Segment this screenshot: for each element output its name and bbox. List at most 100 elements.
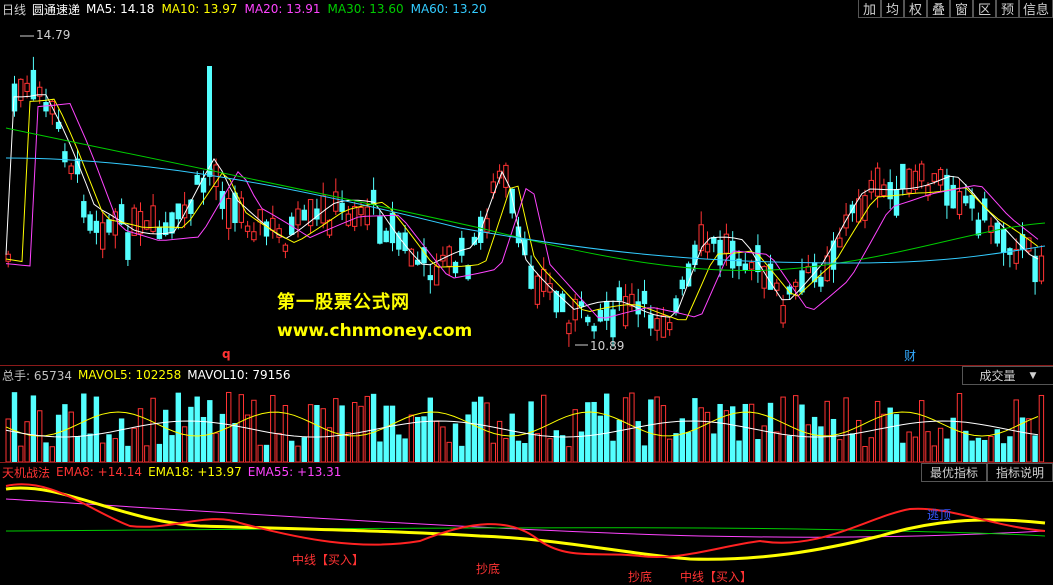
volume-bar (660, 405, 667, 462)
toolbar-button[interactable]: 加 (857, 0, 881, 18)
volume-bar (950, 417, 956, 462)
candle-body (528, 265, 534, 289)
volume-bar (43, 442, 49, 462)
volume-chart[interactable] (0, 384, 1053, 462)
candle-body (251, 231, 257, 241)
volume-bar (446, 441, 452, 462)
volume-bar (559, 435, 566, 462)
volume-bar (62, 404, 68, 462)
candle-body (106, 219, 112, 233)
volume-bar (163, 409, 169, 462)
volume-bar (522, 443, 528, 462)
volume-bar (74, 436, 81, 462)
candle-body (906, 168, 912, 194)
volume-bar (490, 442, 497, 462)
volume-bar (1032, 435, 1038, 462)
ma10-line (5, 98, 1039, 321)
candle-body (585, 316, 591, 323)
volume-bar (49, 446, 55, 462)
toolbar-button[interactable]: 窗 (949, 0, 973, 18)
volume-bar (648, 399, 654, 462)
candle-body (5, 253, 11, 262)
marker-finance[interactable]: 财 (904, 347, 916, 364)
volume-bar (484, 402, 490, 462)
volume-bar (263, 444, 270, 462)
volume-bar (131, 427, 137, 462)
candle-body (862, 195, 868, 221)
volume-bar (786, 435, 793, 462)
volume-bar (937, 427, 944, 462)
candle-body (320, 195, 326, 224)
volume-bar (566, 446, 572, 462)
volume-bar (106, 434, 112, 462)
volume-bar (906, 431, 912, 462)
candle-body (566, 322, 572, 335)
volume-bar (295, 445, 301, 462)
price-chart[interactable] (0, 18, 1053, 366)
volume-bar (471, 401, 478, 462)
volume-bar (679, 418, 685, 462)
volume-bar (402, 438, 408, 462)
candle-body (748, 262, 755, 270)
toolbar-button[interactable]: 区 (972, 0, 996, 18)
candle-body (818, 276, 824, 287)
candle-body (591, 325, 597, 332)
high-price-label: 14.79 (36, 28, 71, 42)
indicator-ema8: EMA8: +14.14 (56, 465, 143, 479)
candle-body (919, 163, 925, 182)
candle-body (1038, 255, 1045, 282)
volume-bar (396, 434, 402, 462)
volume-bar (774, 431, 780, 462)
volume-bar (345, 432, 352, 462)
candle-body (156, 226, 163, 239)
candle-body (333, 191, 339, 212)
volume-bar (87, 433, 93, 462)
candle-body (226, 198, 232, 229)
volume-bar (673, 433, 679, 462)
indicator-ema55: EMA55: +13.31 (247, 465, 342, 479)
volume-bar (118, 418, 125, 462)
volume-bar (717, 403, 723, 462)
indicator-chart[interactable] (0, 481, 1053, 583)
volume-bar (616, 419, 622, 462)
watermark-url: www.chnmoney.com (277, 321, 473, 341)
volume-bar (610, 440, 616, 462)
volume-bar (55, 414, 62, 462)
volume-bar (830, 418, 837, 462)
volume-bar (944, 438, 950, 462)
candle-body (137, 211, 144, 235)
volume-mavol10: MAVOL10: 79156 (187, 368, 291, 382)
toolbar-button[interactable]: 预 (995, 0, 1019, 18)
toolbar-button[interactable]: 叠 (926, 0, 950, 18)
volume-bar (755, 439, 761, 462)
toolbar-button[interactable]: 信息 (1018, 0, 1053, 18)
toolbar-button[interactable]: 权 (903, 0, 927, 18)
annotation-bottom-1: 抄底 (476, 562, 501, 576)
volume-bar (257, 444, 263, 462)
candle-body (830, 240, 837, 270)
volume-bar (982, 439, 988, 462)
volume-bar (874, 400, 881, 462)
indicator-help-button[interactable]: 指标说明 (986, 463, 1053, 482)
candle-body (969, 194, 975, 209)
volume-bar (698, 407, 704, 462)
candle-body (931, 173, 937, 182)
volume-bar (144, 445, 150, 462)
best-indicator-button[interactable]: 最优指标 (920, 463, 987, 482)
volume-bar (1026, 418, 1032, 462)
volume-bar (1019, 417, 1026, 462)
volume-indicator-select[interactable]: 成交量 ▼ (962, 366, 1053, 385)
candle-body (1000, 228, 1007, 253)
candle-body (793, 281, 799, 287)
candle-body (345, 213, 352, 226)
volume-total: 总手: 65734 (2, 368, 73, 383)
toolbar-button[interactable]: 均 (880, 0, 904, 18)
volume-bar (11, 392, 18, 462)
candle-body (622, 296, 629, 327)
candle-body (641, 290, 648, 305)
candle-body (244, 225, 251, 232)
candle-body (427, 275, 434, 281)
volume-bar (276, 432, 282, 462)
volume-bar (742, 403, 748, 462)
volume-bar (175, 392, 182, 462)
